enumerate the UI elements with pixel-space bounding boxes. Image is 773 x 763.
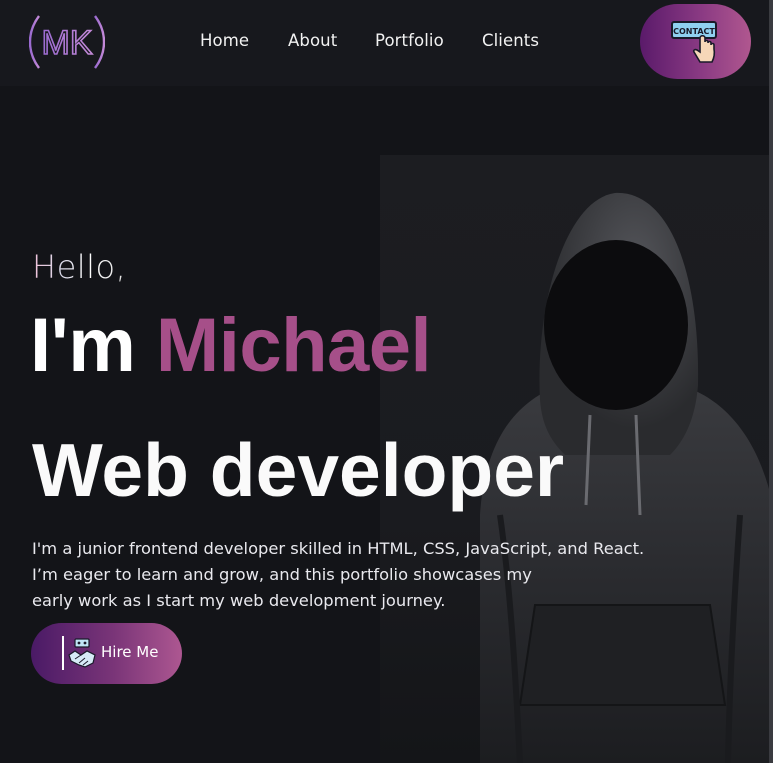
name-prefix: I'm: [30, 303, 156, 388]
hero-name-heading: I'm Michael: [30, 308, 432, 384]
name-highlight: Michael: [155, 303, 432, 388]
hero-role-heading: Web developer: [32, 428, 565, 512]
site-header: MK Home About Portfolio Clients CONTACT: [0, 0, 769, 86]
scrollbar-edge: [769, 0, 773, 763]
description-line: early work as I start my web development…: [32, 591, 446, 610]
nav-portfolio[interactable]: Portfolio: [375, 31, 444, 50]
hire-me-label: Hire Me: [101, 643, 159, 661]
hero-description: I'm a junior frontend developer skilled …: [32, 536, 692, 614]
logo[interactable]: MK: [29, 12, 105, 72]
nav-about[interactable]: About: [288, 31, 337, 50]
logo-text: MK: [42, 24, 93, 62]
hire-divider: [62, 636, 64, 670]
description-line: I'm a junior frontend developer skilled …: [32, 539, 645, 558]
page: MK Home About Portfolio Clients CONTACT …: [0, 0, 773, 763]
greeting-text: Hello,: [32, 248, 127, 286]
handshake-icon: [68, 638, 96, 668]
nav-home[interactable]: Home: [200, 31, 249, 50]
contact-icon-text: CONTACT: [673, 27, 715, 36]
hire-me-button[interactable]: Hire Me: [31, 623, 182, 684]
hand-pointer-icon: CONTACT: [671, 21, 717, 63]
contact-button[interactable]: CONTACT: [640, 4, 751, 79]
nav-clients[interactable]: Clients: [482, 31, 539, 50]
description-line: I’m eager to learn and grow, and this po…: [32, 565, 532, 584]
